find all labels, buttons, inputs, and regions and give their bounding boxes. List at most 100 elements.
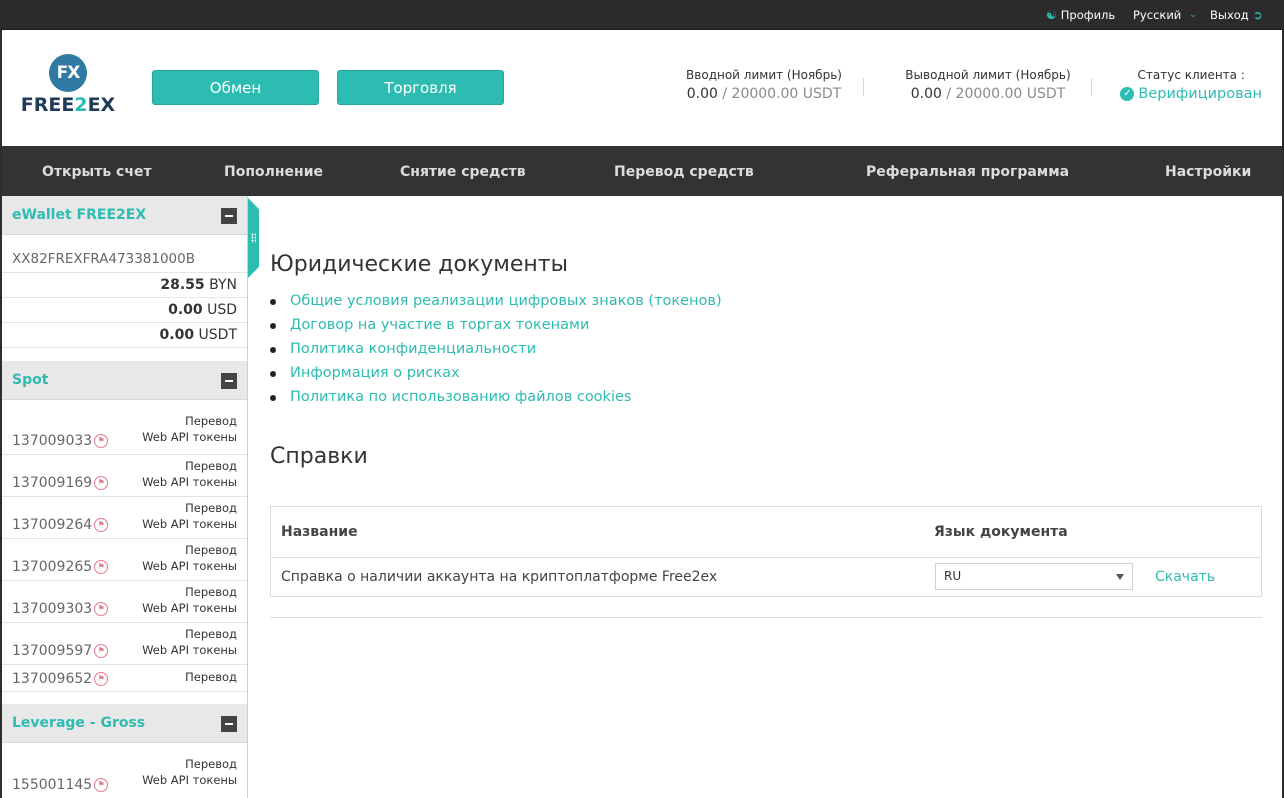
account-badge-icon: ⚑: [94, 434, 109, 448]
ewallet-title[interactable]: eWallet FREE2EX: [12, 196, 146, 235]
nav-referral[interactable]: Реферальная программа: [866, 146, 1069, 196]
grip-icon: [251, 233, 256, 243]
output-limit-value: 0.00 / 20000.00 USDT: [910, 86, 1066, 102]
exchange-button[interactable]: Обмен: [152, 70, 319, 105]
transfer-link[interactable]: Перевод: [142, 626, 237, 642]
logo[interactable]: FX FREE2EX: [16, 54, 120, 120]
trade-button[interactable]: Торговля: [337, 70, 504, 105]
profile-label: Профиль: [1060, 8, 1116, 22]
divider: [270, 617, 1262, 618]
user-icon: ☯: [1046, 8, 1057, 22]
spot-account-number[interactable]: 137009033 ⚑: [12, 433, 109, 449]
client-status: Статус клиента : ✓ Верифицирован: [1120, 68, 1262, 102]
logo-text: FREE2EX: [20, 94, 116, 116]
client-status-label: Статус клиента :: [1137, 68, 1245, 82]
verified-check-icon: ✓: [1120, 87, 1135, 101]
transfer-link[interactable]: Перевод: [185, 669, 237, 685]
column-header-name: Название: [281, 524, 358, 540]
account-badge-icon: ⚑: [94, 518, 109, 532]
transfer-link[interactable]: Перевод: [142, 500, 237, 516]
top-bar: ☯ Профиль Русский ⌄ Выход ➲: [0, 0, 1284, 30]
spot-account-row: 137009265 ⚑ Перевод Web API токены: [2, 539, 247, 581]
table-header: Название Язык документа: [271, 507, 1261, 558]
account-badge-icon: ⚑: [94, 602, 109, 616]
transfer-link[interactable]: Перевод: [142, 413, 237, 429]
doc-link-risk-info[interactable]: Информация о рисках: [270, 361, 970, 385]
legal-docs-title: Юридические документы: [270, 252, 568, 277]
leverage-title[interactable]: Leverage - Gross: [12, 704, 145, 743]
spot-title[interactable]: Spot: [12, 361, 48, 400]
spot-section-header: Spot: [2, 361, 247, 400]
chevron-down-icon: ⌄: [1189, 10, 1197, 20]
doc-link-general-terms[interactable]: Общие условия реализации цифровых знаков…: [270, 289, 970, 313]
balance-row: 0.00 USD: [2, 298, 247, 323]
transfer-link[interactable]: Перевод: [142, 458, 237, 474]
doc-link-cookies-policy[interactable]: Политика по использованию файлов cookies: [270, 385, 970, 409]
references-table: Название Язык документа Справка о наличи…: [270, 506, 1262, 597]
leverage-section-header: Leverage - Gross: [2, 704, 247, 743]
column-header-language: Язык документа: [934, 524, 1068, 540]
leverage-account-row: 155001145 ⚑ Перевод Web API токены: [2, 743, 247, 798]
logout-icon: ➲: [1252, 8, 1263, 22]
ewallet-account: XX82FREXFRA473381000B: [2, 235, 247, 273]
spot-account-number[interactable]: 137009265 ⚑: [12, 559, 109, 575]
account-badge-icon: ⚑: [94, 476, 109, 490]
web-api-link[interactable]: Web API токены: [142, 558, 237, 574]
spacer: [2, 348, 247, 361]
spot-account-number[interactable]: 137009264 ⚑: [12, 517, 109, 533]
transfer-link[interactable]: Перевод: [142, 756, 237, 772]
download-link[interactable]: Скачать: [1155, 558, 1215, 596]
nav-transfer[interactable]: Перевод средств: [614, 146, 754, 196]
language-select[interactable]: Русский ⌄: [1133, 0, 1197, 30]
input-limit-label: Вводной лимит (Ноябрь): [686, 68, 842, 82]
spot-account-number[interactable]: 137009303 ⚑: [12, 601, 109, 617]
sidebar: eWallet FREE2EX XX82FREXFRA473381000B 28…: [2, 196, 248, 798]
dropdown-arrow-icon: [1116, 574, 1124, 580]
spot-account-row: 137009264 ⚑ Перевод Web API токены: [2, 497, 247, 539]
divider: [1091, 78, 1092, 96]
collapse-icon[interactable]: [221, 208, 237, 224]
logout-label: Выход: [1210, 8, 1249, 22]
profile-link[interactable]: ☯ Профиль: [1046, 0, 1115, 30]
spot-account-row: 137009303 ⚑ Перевод Web API токены: [2, 581, 247, 623]
balance-row: 28.55 BYN: [2, 273, 247, 298]
logo-mark: FX: [49, 54, 87, 92]
web-api-link[interactable]: Web API токены: [142, 474, 237, 490]
spot-account-row: 137009597 ⚑ Перевод Web API токены: [2, 623, 247, 665]
transfer-link[interactable]: Перевод: [142, 584, 237, 600]
header: FX FREE2EX Обмен Торговля Вводной лимит …: [2, 30, 1282, 146]
transfer-link[interactable]: Перевод: [142, 542, 237, 558]
legal-docs-list: Общие условия реализации цифровых знаков…: [270, 289, 970, 409]
nav-withdraw[interactable]: Снятие средств: [400, 146, 526, 196]
web-api-link[interactable]: Web API токены: [142, 516, 237, 532]
spot-account-row: 137009169 ⚑ Перевод Web API токены: [2, 455, 247, 497]
doc-link-trading-agreement[interactable]: Договор на участие в торгах токенами: [270, 313, 970, 337]
document-language-select[interactable]: RU: [935, 563, 1133, 590]
collapse-icon[interactable]: [221, 373, 237, 389]
output-limit: Выводной лимит (Ноябрь) 0.00 / 20000.00 …: [903, 68, 1073, 102]
ewallet-section-header: eWallet FREE2EX: [2, 196, 247, 235]
web-api-link[interactable]: Web API токены: [142, 642, 237, 658]
input-limit: Вводной лимит (Ноябрь) 0.00 / 20000.00 U…: [680, 68, 848, 102]
web-api-link[interactable]: Web API токены: [142, 429, 237, 445]
spot-account-number[interactable]: 137009169 ⚑: [12, 475, 109, 491]
web-api-link[interactable]: Web API токены: [142, 600, 237, 616]
nav-open-account[interactable]: Открыть счет: [42, 146, 152, 196]
main-nav: Открыть счет Пополнение Снятие средств П…: [2, 146, 1282, 196]
nav-settings[interactable]: Настройки: [1165, 146, 1251, 196]
account-badge-icon: ⚑: [94, 560, 109, 574]
spot-account-number[interactable]: 137009597 ⚑: [12, 643, 109, 659]
balance-row: 0.00 USDT: [2, 323, 247, 348]
collapse-icon[interactable]: [221, 716, 237, 732]
divider: [863, 78, 864, 96]
nav-deposit[interactable]: Пополнение: [224, 146, 323, 196]
web-api-link[interactable]: Web API токены: [142, 772, 237, 788]
input-limit-value: 0.00 / 20000.00 USDT: [686, 86, 842, 102]
spot-account-number[interactable]: 137009652 ⚑: [12, 671, 109, 687]
output-limit-label: Выводной лимит (Ноябрь): [905, 68, 1071, 82]
language-label: Русский: [1133, 8, 1182, 22]
leverage-account-number[interactable]: 155001145 ⚑: [12, 777, 109, 793]
logout-link[interactable]: Выход ➲: [1210, 0, 1263, 30]
client-status-value: ✓ Верифицирован: [1120, 86, 1262, 102]
doc-link-privacy-policy[interactable]: Политика конфиденциальности: [270, 337, 970, 361]
